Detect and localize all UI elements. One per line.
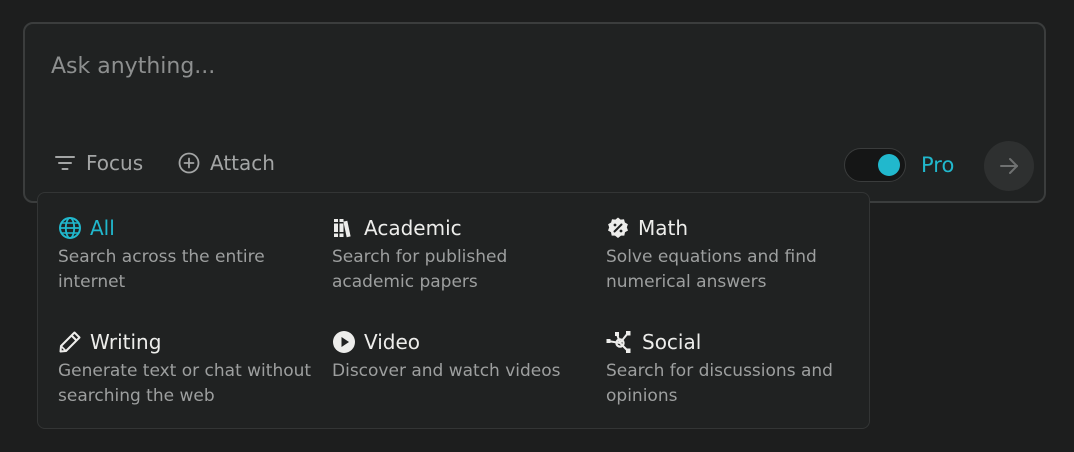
focus-menu: All Search across the entire internet Ac… [37, 192, 870, 429]
focus-option-video[interactable]: Video Discover and watch videos [332, 329, 592, 384]
focus-option-social[interactable]: Social Search for discussions and opinio… [606, 329, 866, 409]
pencil-icon [59, 331, 81, 353]
option-title: Math [638, 216, 689, 240]
option-title: Video [364, 330, 421, 354]
option-description: Search for discussions and opinions [606, 361, 833, 406]
attach-label: Attach [210, 151, 275, 175]
globe-icon [59, 217, 81, 239]
option-description: Search for published academic papers [332, 247, 508, 292]
option-description: Solve equations and find numerical answe… [606, 247, 817, 292]
focus-button[interactable]: Focus [53, 151, 143, 175]
focus-option-writing[interactable]: Writing Generate text or chat without se… [58, 329, 318, 409]
pro-toggle-knob [878, 154, 900, 176]
pro-label: Pro [921, 153, 955, 177]
focus-option-all[interactable]: All Search across the entire internet [58, 215, 318, 295]
option-description: Discover and watch videos [332, 361, 561, 381]
focus-option-math[interactable]: Math Solve equations and find numerical … [606, 215, 866, 295]
option-description: Generate text or chat without searching … [58, 361, 312, 406]
option-title: Academic [364, 216, 462, 240]
ask-composer: Focus Attach Pro [23, 22, 1046, 203]
option-description: Search across the entire internet [58, 247, 265, 292]
attach-button[interactable]: Attach [177, 151, 275, 175]
arrow-right-icon [1000, 158, 1018, 174]
option-title: All [90, 216, 115, 240]
ask-input[interactable] [51, 54, 751, 79]
focus-label: Focus [86, 151, 144, 175]
books-icon [334, 219, 351, 238]
social-network-icon [606, 331, 631, 353]
option-title: Social [642, 330, 702, 354]
filter-icon [55, 156, 75, 170]
submit-button[interactable] [984, 141, 1034, 191]
pro-toggle[interactable] [844, 148, 906, 182]
focus-option-academic[interactable]: Academic Search for published academic p… [332, 215, 592, 295]
option-title: Writing [90, 330, 162, 354]
play-icon [333, 331, 355, 353]
plus-circle-icon [178, 152, 200, 174]
percent-badge-icon [608, 217, 628, 238]
